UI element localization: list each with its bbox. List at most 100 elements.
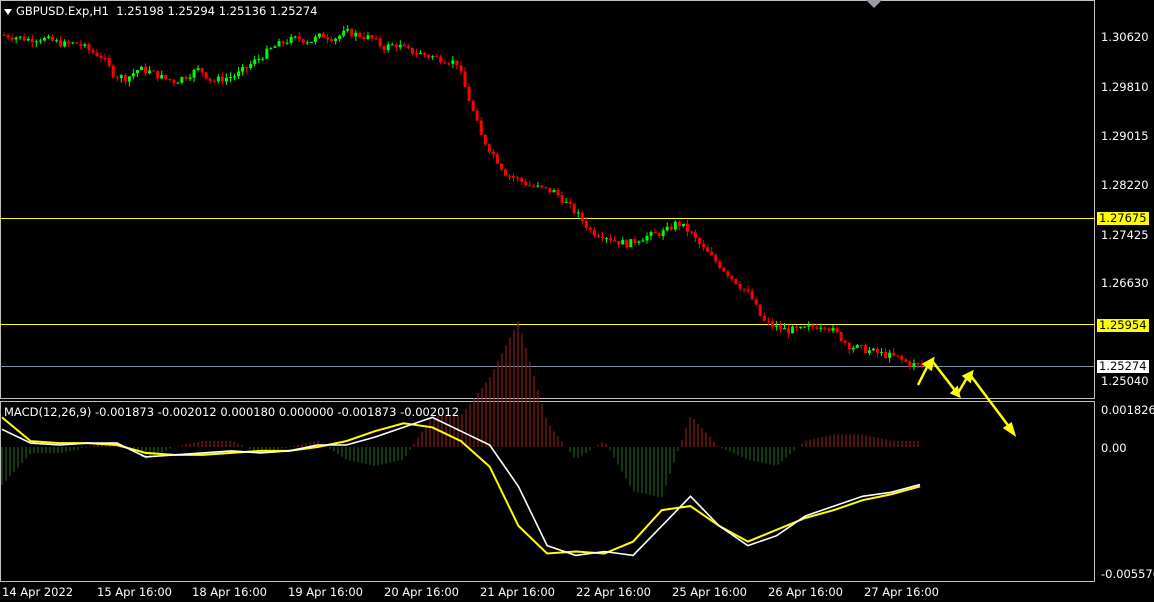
candle-body — [499, 163, 503, 170]
candle-body — [293, 36, 297, 38]
candle-body — [309, 41, 313, 43]
candle-body — [803, 326, 807, 328]
candle-body — [714, 255, 718, 262]
candle-body — [366, 35, 370, 39]
candle-body — [249, 64, 253, 68]
candle-body — [770, 321, 774, 327]
candle-body — [467, 86, 471, 101]
candle-body — [394, 44, 398, 48]
price-chart-canvas[interactable] — [0, 0, 1154, 602]
candle-body — [431, 56, 435, 58]
candle-body — [119, 75, 123, 78]
candle-body — [641, 240, 645, 242]
candle-body — [459, 65, 463, 72]
candle-body — [95, 52, 99, 57]
candle-body — [253, 59, 257, 65]
candle-body — [491, 151, 495, 155]
main-pane-frame — [0, 0, 1095, 399]
candle-body — [451, 60, 455, 64]
candle-body — [42, 37, 46, 41]
candle-body — [402, 44, 406, 47]
candle-body — [706, 247, 710, 252]
candle-body — [503, 169, 507, 176]
time-label: 21 Apr 16:00 — [480, 585, 555, 599]
candle-body — [261, 58, 265, 60]
candle-body — [46, 36, 50, 38]
candle-body — [289, 36, 293, 43]
candle-body — [835, 327, 839, 333]
candle-body — [588, 227, 592, 230]
time-label: 14 Apr 2022 — [2, 585, 74, 599]
candle-body — [135, 70, 139, 74]
candle-body — [245, 66, 249, 68]
candle-body — [99, 56, 103, 58]
candle-body — [524, 181, 528, 186]
candle-body — [649, 232, 653, 236]
candle-body — [750, 291, 754, 300]
candle-body — [637, 241, 641, 243]
candle-body — [621, 240, 625, 245]
candle-body — [916, 363, 920, 365]
candle-body — [665, 226, 669, 231]
chart-window[interactable]: GBPUSD.Exp,H1 1.25198 1.25294 1.25136 1.… — [0, 0, 1154, 602]
candle-body — [228, 76, 232, 78]
candle-body — [439, 56, 443, 63]
candle-body — [758, 304, 762, 316]
candle-body — [596, 235, 600, 237]
price-tick: 1.25040 — [1101, 374, 1149, 388]
candle-body — [544, 186, 548, 188]
candle-body — [297, 36, 301, 40]
candle-body — [204, 72, 208, 79]
candle-body — [160, 75, 164, 79]
candle-body — [726, 271, 730, 276]
candle-body — [827, 328, 831, 331]
candle-body — [6, 35, 10, 38]
dropdown-icon[interactable] — [4, 8, 12, 15]
candle-body — [471, 100, 475, 111]
pane-scroll-marker[interactable] — [866, 0, 882, 8]
candle-body — [370, 35, 374, 39]
macd-label: MACD(12,26,9) -0.001873 -0.002012 0.0001… — [4, 405, 460, 419]
candle-body — [358, 32, 362, 38]
time-label: 15 Apr 16:00 — [97, 585, 172, 599]
candle-body — [265, 48, 269, 59]
candle-body — [657, 233, 661, 237]
time-label: 22 Apr 16:00 — [576, 585, 651, 599]
candle-body — [180, 77, 184, 83]
candle-body — [532, 185, 536, 187]
candle-body — [609, 238, 613, 241]
candle-body — [374, 38, 378, 40]
candle-body — [892, 352, 896, 356]
candle-body — [746, 289, 750, 292]
candle-body — [694, 232, 698, 239]
candle-body — [819, 327, 823, 329]
candle-body — [285, 42, 289, 44]
candle-body — [811, 325, 815, 328]
candle-body — [410, 47, 414, 54]
candle-body — [815, 327, 819, 329]
price-axis[interactable]: 1.30620 1.29810 1.29015 1.28220 1.27425 … — [1095, 0, 1154, 582]
candle-body — [305, 42, 309, 44]
candle-body — [601, 236, 605, 239]
candle-body — [896, 355, 900, 357]
candle-body — [241, 66, 245, 72]
candle-body — [673, 221, 677, 230]
macd-tick: 0.00 — [1101, 441, 1127, 455]
candle-body — [390, 44, 394, 46]
price-tick: 1.30620 — [1101, 30, 1149, 44]
candle-body — [382, 46, 386, 51]
candle-body — [196, 68, 200, 71]
ohlc-values: 1.25198 1.25294 1.25136 1.25274 — [116, 4, 318, 18]
candle-body — [330, 39, 334, 41]
candle-body — [123, 75, 127, 82]
candle-body — [613, 240, 617, 242]
candle-body — [783, 327, 787, 330]
candle-body — [568, 201, 572, 204]
candle-body — [51, 36, 55, 41]
candle-body — [338, 35, 342, 39]
candle-body — [843, 340, 847, 343]
candle-body — [168, 78, 172, 80]
candle-body — [346, 29, 350, 31]
candle-body — [63, 41, 67, 47]
candle-body — [807, 325, 811, 327]
